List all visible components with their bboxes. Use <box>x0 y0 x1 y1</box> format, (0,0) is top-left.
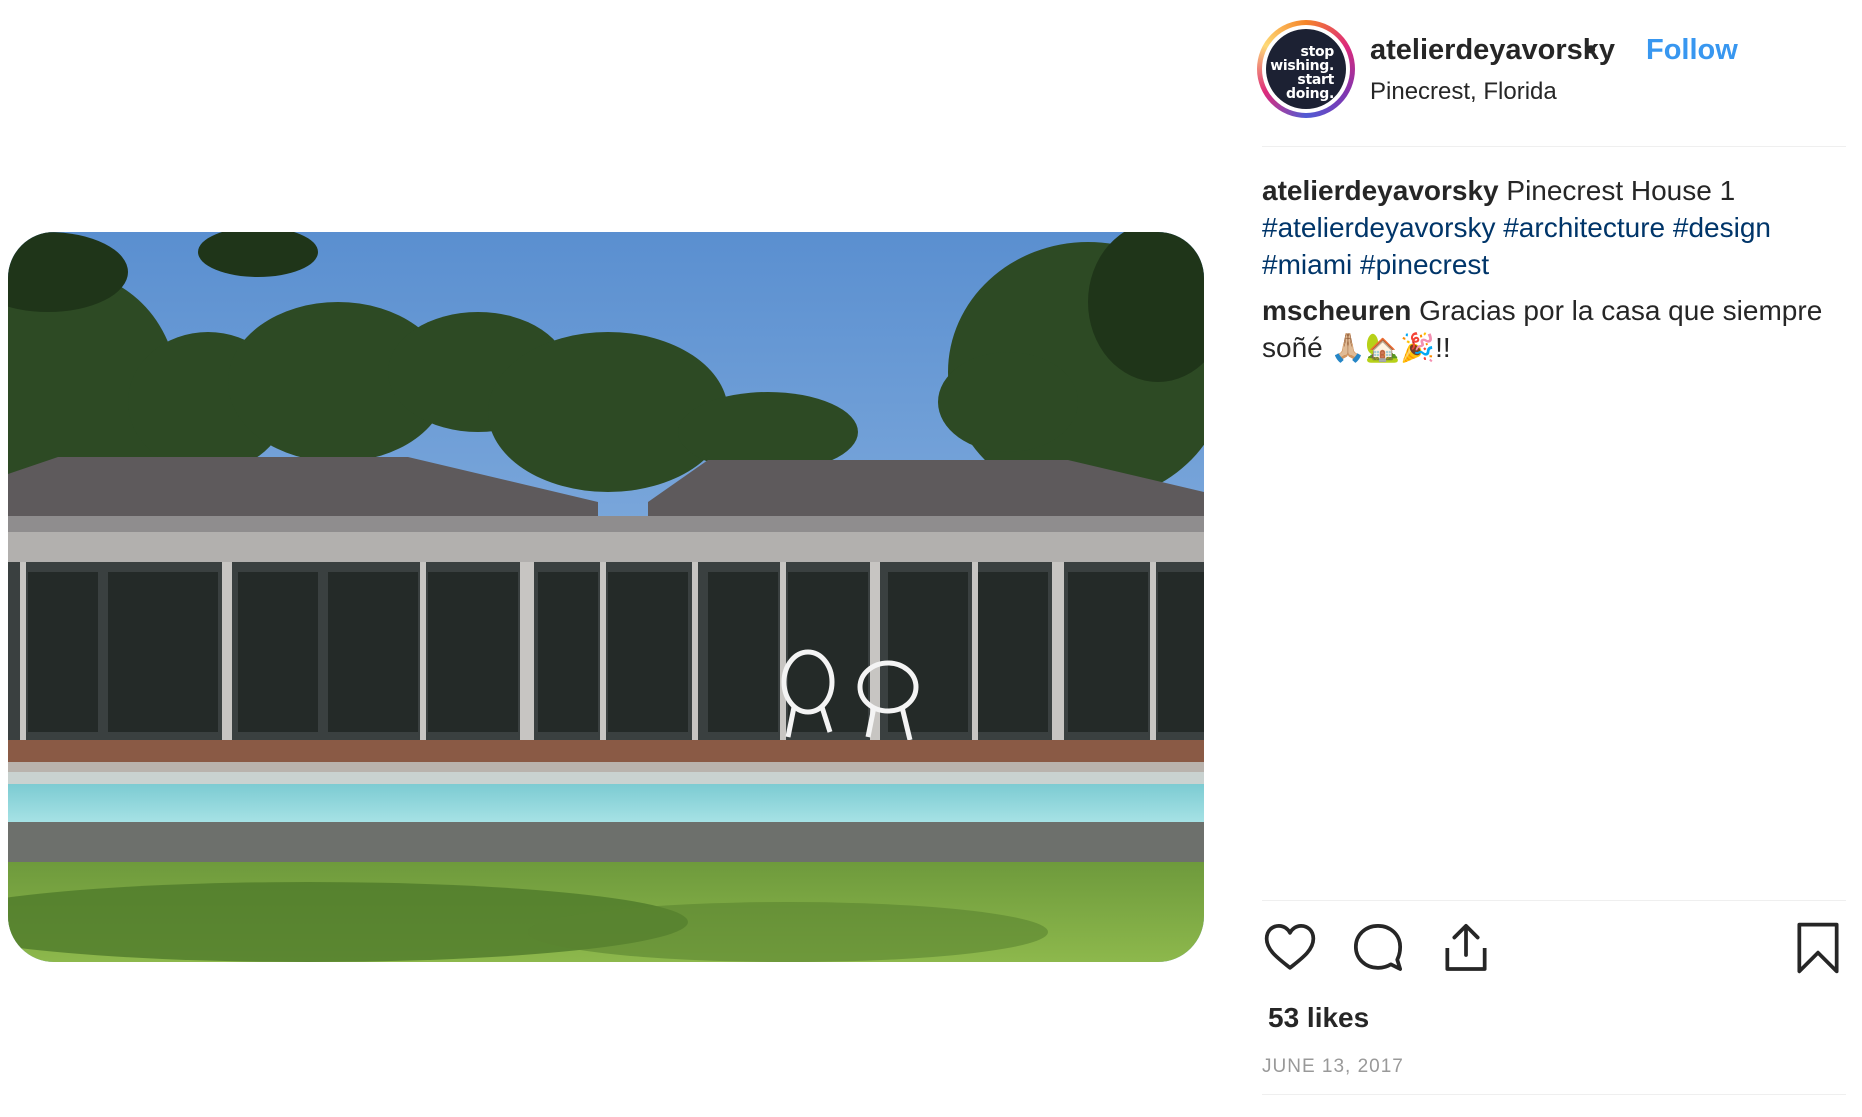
post-photo[interactable] <box>8 232 1204 962</box>
follow-button[interactable]: Follow <box>1646 34 1738 67</box>
avatar-border: stop wishing. start doing. <box>1262 25 1350 113</box>
hashtag-link[interactable]: #design <box>1673 212 1771 243</box>
avatar-text-line-2: wishing. <box>1270 58 1334 74</box>
house-photo-image <box>8 232 1204 962</box>
header-separator: • <box>1586 34 1597 66</box>
comment-username-link[interactable]: mscheuren <box>1262 295 1411 326</box>
avatar-text-line-3: start <box>1297 72 1334 88</box>
hashtag-link[interactable]: #pinecrest <box>1360 249 1489 280</box>
bottom-divider <box>1262 1094 1846 1095</box>
hashtag-link[interactable]: #atelierdeyavorsky <box>1262 212 1495 243</box>
post-side-panel: stop wishing. start doing. atelierdeyavo… <box>1257 0 1846 1117</box>
comment-icon[interactable] <box>1350 920 1406 976</box>
actions-divider <box>1262 900 1846 901</box>
caption: atelierdeyavorsky Pinecrest House 1 #ate… <box>1262 172 1846 283</box>
share-icon[interactable] <box>1438 920 1494 976</box>
heart-icon[interactable] <box>1262 920 1318 976</box>
hashtag-link[interactable]: #architecture <box>1503 212 1665 243</box>
avatar-story-ring[interactable]: stop wishing. start doing. <box>1257 20 1355 118</box>
avatar: stop wishing. start doing. <box>1266 29 1346 109</box>
comments-section: atelierdeyavorsky Pinecrest House 1 #ate… <box>1262 172 1846 375</box>
action-bar <box>1262 920 1846 980</box>
caption-text: Pinecrest House 1 <box>1498 175 1736 206</box>
bookmark-icon[interactable] <box>1790 920 1846 976</box>
avatar-text-line-1: stop <box>1300 44 1335 60</box>
post-page: stop wishing. start doing. atelierdeyavo… <box>0 0 1862 1117</box>
hashtag-link[interactable]: #miami <box>1262 249 1352 280</box>
location-link[interactable]: Pinecrest, Florida <box>1370 78 1557 106</box>
header-username-link[interactable]: atelierdeyavorsky <box>1370 34 1615 67</box>
likes-count[interactable]: 53 likes <box>1268 1002 1369 1034</box>
post-date[interactable]: JUNE 13, 2017 <box>1262 1056 1404 1078</box>
post-header: stop wishing. start doing. atelierdeyavo… <box>1257 20 1846 130</box>
header-divider <box>1262 146 1846 147</box>
comment-item: mscheuren Gracias por la casa que siempr… <box>1262 292 1846 366</box>
avatar-text-line-4: doing. <box>1286 86 1334 102</box>
caption-username-link[interactable]: atelierdeyavorsky <box>1262 175 1499 206</box>
